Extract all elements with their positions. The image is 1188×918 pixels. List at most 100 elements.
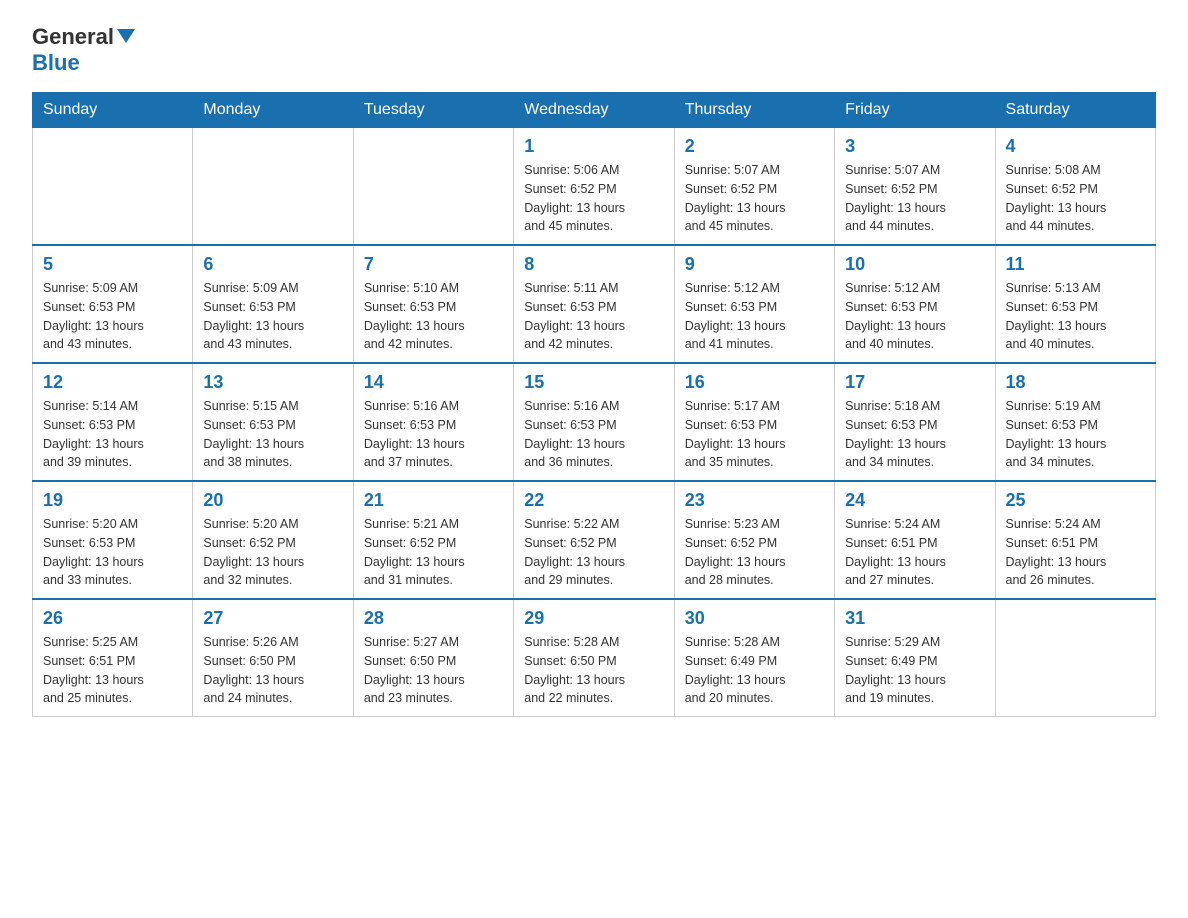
day-number: 18 — [1006, 372, 1145, 393]
calendar-cell: 10 Sunrise: 5:12 AM Sunset: 6:53 PM Dayli… — [835, 245, 995, 363]
calendar-cell: 21 Sunrise: 5:21 AM Sunset: 6:52 PM Dayli… — [353, 481, 513, 599]
day-number: 12 — [43, 372, 182, 393]
calendar-cell: 27 Sunrise: 5:26 AM Sunset: 6:50 PM Dayli… — [193, 599, 353, 717]
day-number: 29 — [524, 608, 663, 629]
calendar-cell: 24 Sunrise: 5:24 AM Sunset: 6:51 PM Dayli… — [835, 481, 995, 599]
calendar-cell: 15 Sunrise: 5:16 AM Sunset: 6:53 PM Dayli… — [514, 363, 674, 481]
day-number: 14 — [364, 372, 503, 393]
calendar-cell: 7 Sunrise: 5:10 AM Sunset: 6:53 PM Daylig… — [353, 245, 513, 363]
day-info: Sunrise: 5:07 AM Sunset: 6:52 PM Dayligh… — [845, 161, 984, 236]
day-number: 7 — [364, 254, 503, 275]
logo: General Blue — [32, 24, 135, 76]
calendar-cell: 14 Sunrise: 5:16 AM Sunset: 6:53 PM Dayli… — [353, 363, 513, 481]
day-number: 11 — [1006, 254, 1145, 275]
calendar-cell: 16Sunrise: 5:17 AM Sunset: 6:53 PM Dayli… — [674, 363, 834, 481]
day-number: 22 — [524, 490, 663, 511]
day-info: Sunrise: 5:16 AM Sunset: 6:53 PM Dayligh… — [364, 397, 503, 472]
day-number: 19 — [43, 490, 182, 511]
day-info: Sunrise: 5:24 AM Sunset: 6:51 PM Dayligh… — [1006, 515, 1145, 590]
calendar-cell: 5Sunrise: 5:09 AM Sunset: 6:53 PM Daylig… — [33, 245, 193, 363]
day-number: 17 — [845, 372, 984, 393]
day-number: 10 — [845, 254, 984, 275]
day-info: Sunrise: 5:27 AM Sunset: 6:50 PM Dayligh… — [364, 633, 503, 708]
calendar-cell — [353, 128, 513, 246]
day-info: Sunrise: 5:26 AM Sunset: 6:50 PM Dayligh… — [203, 633, 342, 708]
day-info: Sunrise: 5:28 AM Sunset: 6:50 PM Dayligh… — [524, 633, 663, 708]
calendar-week-row: 12 Sunrise: 5:14 AM Sunset: 6:53 PM Dayli… — [33, 363, 1156, 481]
day-info: Sunrise: 5:12 AM Sunset: 6:53 PM Dayligh… — [845, 279, 984, 354]
day-number: 13 — [203, 372, 342, 393]
day-info: Sunrise: 5:12 AM Sunset: 6:53 PM Dayligh… — [685, 279, 824, 354]
day-number: 3 — [845, 136, 984, 157]
page-header: General Blue — [32, 24, 1156, 76]
day-number: 9 — [685, 254, 824, 275]
day-info: Sunrise: 5:16 AM Sunset: 6:53 PM Dayligh… — [524, 397, 663, 472]
weekday-header: Saturday — [995, 93, 1155, 128]
weekday-header: Wednesday — [514, 93, 674, 128]
day-number: 20 — [203, 490, 342, 511]
calendar-cell: 9 Sunrise: 5:12 AM Sunset: 6:53 PM Daylig… — [674, 245, 834, 363]
day-number: 27 — [203, 608, 342, 629]
day-info: Sunrise: 5:20 AM Sunset: 6:52 PM Dayligh… — [203, 515, 342, 590]
day-number: 15 — [524, 372, 663, 393]
day-info: Sunrise: 5:07 AM Sunset: 6:52 PM Dayligh… — [685, 161, 824, 236]
day-info: Sunrise: 5:21 AM Sunset: 6:52 PM Dayligh… — [364, 515, 503, 590]
calendar-cell: 13 Sunrise: 5:15 AM Sunset: 6:53 PM Dayli… — [193, 363, 353, 481]
calendar-week-row: 1 Sunrise: 5:06 AM Sunset: 6:52 PM Daylig… — [33, 128, 1156, 246]
calendar-cell: 8Sunrise: 5:11 AM Sunset: 6:53 PM Daylig… — [514, 245, 674, 363]
calendar-cell: 3 Sunrise: 5:07 AM Sunset: 6:52 PM Daylig… — [835, 128, 995, 246]
calendar-cell — [33, 128, 193, 246]
calendar-week-row: 19 Sunrise: 5:20 AM Sunset: 6:53 PM Dayli… — [33, 481, 1156, 599]
logo-triangle-icon — [117, 29, 135, 43]
calendar-cell: 25 Sunrise: 5:24 AM Sunset: 6:51 PM Dayli… — [995, 481, 1155, 599]
day-info: Sunrise: 5:18 AM Sunset: 6:53 PM Dayligh… — [845, 397, 984, 472]
day-info: Sunrise: 5:09 AM Sunset: 6:53 PM Dayligh… — [43, 279, 182, 354]
calendar-table: SundayMondayTuesdayWednesdayThursdayFrid… — [32, 92, 1156, 717]
day-number: 23 — [685, 490, 824, 511]
day-number: 31 — [845, 608, 984, 629]
calendar-cell: 2 Sunrise: 5:07 AM Sunset: 6:52 PM Daylig… — [674, 128, 834, 246]
day-number: 1 — [524, 136, 663, 157]
day-info: Sunrise: 5:19 AM Sunset: 6:53 PM Dayligh… — [1006, 397, 1145, 472]
calendar-cell: 4Sunrise: 5:08 AM Sunset: 6:52 PM Daylig… — [995, 128, 1155, 246]
calendar-cell — [995, 599, 1155, 717]
day-number: 25 — [1006, 490, 1145, 511]
day-info: Sunrise: 5:24 AM Sunset: 6:51 PM Dayligh… — [845, 515, 984, 590]
day-info: Sunrise: 5:14 AM Sunset: 6:53 PM Dayligh… — [43, 397, 182, 472]
calendar-cell: 1 Sunrise: 5:06 AM Sunset: 6:52 PM Daylig… — [514, 128, 674, 246]
day-info: Sunrise: 5:25 AM Sunset: 6:51 PM Dayligh… — [43, 633, 182, 708]
day-number: 30 — [685, 608, 824, 629]
day-number: 8 — [524, 254, 663, 275]
day-info: Sunrise: 5:20 AM Sunset: 6:53 PM Dayligh… — [43, 515, 182, 590]
day-info: Sunrise: 5:22 AM Sunset: 6:52 PM Dayligh… — [524, 515, 663, 590]
day-info: Sunrise: 5:28 AM Sunset: 6:49 PM Dayligh… — [685, 633, 824, 708]
logo-general: General — [32, 24, 114, 50]
logo-blue: Blue — [32, 50, 135, 76]
day-info: Sunrise: 5:17 AM Sunset: 6:53 PM Dayligh… — [685, 397, 824, 472]
calendar-cell: 20 Sunrise: 5:20 AM Sunset: 6:52 PM Dayli… — [193, 481, 353, 599]
calendar-cell: 12 Sunrise: 5:14 AM Sunset: 6:53 PM Dayli… — [33, 363, 193, 481]
calendar-cell: 26 Sunrise: 5:25 AM Sunset: 6:51 PM Dayli… — [33, 599, 193, 717]
day-info: Sunrise: 5:10 AM Sunset: 6:53 PM Dayligh… — [364, 279, 503, 354]
day-number: 21 — [364, 490, 503, 511]
weekday-header: Thursday — [674, 93, 834, 128]
day-info: Sunrise: 5:29 AM Sunset: 6:49 PM Dayligh… — [845, 633, 984, 708]
day-number: 26 — [43, 608, 182, 629]
weekday-header: Monday — [193, 93, 353, 128]
day-number: 24 — [845, 490, 984, 511]
calendar-cell: 17 Sunrise: 5:18 AM Sunset: 6:53 PM Dayli… — [835, 363, 995, 481]
weekday-header-row: SundayMondayTuesdayWednesdayThursdayFrid… — [33, 93, 1156, 128]
weekday-header: Sunday — [33, 93, 193, 128]
day-number: 4 — [1006, 136, 1145, 157]
day-number: 6 — [203, 254, 342, 275]
calendar-cell: 6Sunrise: 5:09 AM Sunset: 6:53 PM Daylig… — [193, 245, 353, 363]
day-info: Sunrise: 5:23 AM Sunset: 6:52 PM Dayligh… — [685, 515, 824, 590]
logo-container: General Blue — [32, 24, 135, 76]
day-info: Sunrise: 5:15 AM Sunset: 6:53 PM Dayligh… — [203, 397, 342, 472]
calendar-cell: 28Sunrise: 5:27 AM Sunset: 6:50 PM Dayli… — [353, 599, 513, 717]
weekday-header: Friday — [835, 93, 995, 128]
day-number: 2 — [685, 136, 824, 157]
calendar-cell: 11Sunrise: 5:13 AM Sunset: 6:53 PM Dayli… — [995, 245, 1155, 363]
calendar-cell: 31 Sunrise: 5:29 AM Sunset: 6:49 PM Dayli… — [835, 599, 995, 717]
day-info: Sunrise: 5:06 AM Sunset: 6:52 PM Dayligh… — [524, 161, 663, 236]
